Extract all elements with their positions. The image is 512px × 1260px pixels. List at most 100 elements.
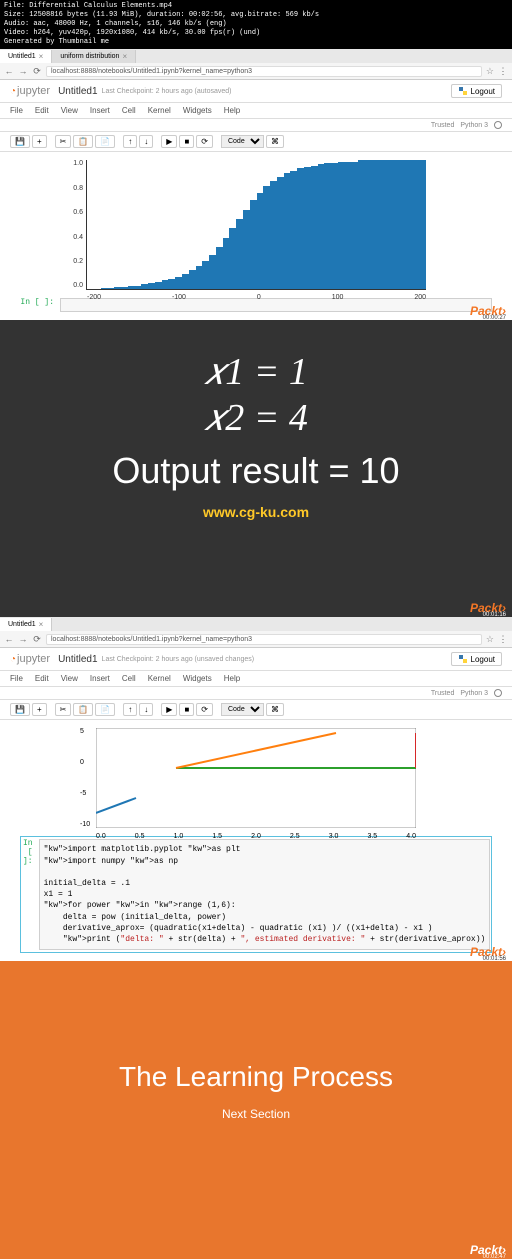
move-up-button[interactable]: ↑ bbox=[123, 703, 137, 716]
menu-cell[interactable]: Cell bbox=[122, 106, 136, 115]
back-icon[interactable]: ← bbox=[4, 66, 14, 76]
meta-audio: Audio: aac, 48000 Hz, 1 channels, s16, 1… bbox=[4, 20, 508, 29]
cut-button[interactable]: ✂ bbox=[55, 703, 72, 716]
forward-icon[interactable]: → bbox=[18, 66, 28, 76]
chart-x-axis: -200-1000100200 bbox=[87, 294, 426, 301]
menu-file[interactable]: File bbox=[10, 106, 23, 115]
paste-button[interactable]: 📄 bbox=[95, 135, 115, 148]
browser-tabs: Untitled1× uniform distribution× bbox=[0, 49, 512, 63]
close-icon[interactable]: × bbox=[122, 52, 127, 61]
video-metadata: File: Differential Calculus Elements.mp4… bbox=[0, 0, 512, 49]
panel-3-jupyter: Untitled1× ← → ⟳ localhost:8888/notebook… bbox=[0, 617, 512, 961]
menu-view[interactable]: View bbox=[61, 106, 78, 115]
section-subtitle: Next Section bbox=[10, 1107, 502, 1121]
math-x2: 𝑥2 = 4 bbox=[10, 396, 502, 442]
panel-1-jupyter: File: Differential Calculus Elements.mp4… bbox=[0, 0, 512, 320]
trusted-label[interactable]: Trusted bbox=[431, 122, 454, 129]
logout-button[interactable]: Logout bbox=[451, 84, 502, 98]
notebook-body: 50-5-10 0.00.51.01.52.02.53.03.54.0 In [… bbox=[0, 720, 512, 961]
close-icon[interactable]: × bbox=[39, 52, 44, 61]
section-title: The Learning Process bbox=[10, 1061, 502, 1093]
address-bar-row: ← → ⟳ localhost:8888/notebooks/Untitled1… bbox=[0, 63, 512, 79]
copy-button[interactable]: 📋 bbox=[73, 703, 93, 716]
kernel-status-icon bbox=[494, 689, 502, 697]
jupyter-header: ◔jupyter Untitled1 Last Checkpoint: 2 ho… bbox=[0, 80, 512, 103]
notebook-title[interactable]: Untitled1 bbox=[58, 654, 97, 665]
celltype-select[interactable]: Code bbox=[221, 135, 264, 148]
run-button[interactable]: ▶ bbox=[161, 135, 177, 148]
kernel-row: Trusted Python 3 bbox=[0, 687, 512, 700]
close-icon[interactable]: × bbox=[39, 620, 44, 629]
jupyter-logo[interactable]: ◔jupyter bbox=[10, 653, 50, 665]
add-cell-button[interactable]: + bbox=[32, 703, 47, 716]
menu-edit[interactable]: Edit bbox=[35, 106, 49, 115]
menu-file[interactable]: File bbox=[10, 674, 23, 683]
url-input[interactable]: localhost:8888/notebooks/Untitled1.ipynb… bbox=[46, 66, 482, 77]
menu-insert[interactable]: Insert bbox=[90, 106, 110, 115]
trusted-label[interactable]: Trusted bbox=[431, 690, 454, 697]
kernel-status-icon bbox=[494, 121, 502, 129]
star-icon[interactable]: ☆ bbox=[486, 66, 494, 77]
tab-notebook[interactable]: Untitled1× bbox=[0, 618, 52, 631]
save-button[interactable]: 💾 bbox=[10, 703, 30, 716]
reload-icon[interactable]: ⟳ bbox=[32, 634, 42, 644]
chart-bars bbox=[87, 160, 426, 289]
panel-2-math: 𝑥1 = 1 𝑥2 = 4 Output result = 10 www.cg-… bbox=[0, 320, 512, 617]
kernel-name[interactable]: Python 3 bbox=[460, 122, 488, 129]
star-icon[interactable]: ☆ bbox=[486, 634, 494, 645]
input-cell[interactable]: In [ ]: "kw">import matplotlib.pyplot "k… bbox=[20, 836, 492, 953]
browser-chrome: Untitled1× uniform distribution× ← → ⟳ l… bbox=[0, 49, 512, 80]
menu-icon[interactable]: ⋮ bbox=[498, 66, 508, 76]
reload-icon[interactable]: ⟳ bbox=[32, 66, 42, 76]
forward-icon[interactable]: → bbox=[18, 634, 28, 644]
jupyter-header: ◔jupyter Untitled1 Last Checkpoint: 2 ho… bbox=[0, 648, 512, 671]
stop-button[interactable]: ■ bbox=[179, 703, 194, 716]
save-button[interactable]: 💾 bbox=[10, 135, 30, 148]
menu-kernel[interactable]: Kernel bbox=[148, 106, 171, 115]
menu-kernel[interactable]: Kernel bbox=[148, 674, 171, 683]
restart-button[interactable]: ⟳ bbox=[196, 703, 213, 716]
run-button[interactable]: ▶ bbox=[161, 703, 177, 716]
logo-text: jupyter bbox=[17, 653, 50, 665]
menu-icon[interactable]: ⋮ bbox=[498, 634, 508, 644]
tab-notebook[interactable]: Untitled1× bbox=[0, 50, 52, 63]
url-input[interactable]: localhost:8888/notebooks/Untitled1.ipynb… bbox=[46, 634, 482, 645]
menu-widgets[interactable]: Widgets bbox=[183, 106, 212, 115]
chart-lines: 50-5-10 0.00.51.01.52.02.53.03.54.0 bbox=[96, 728, 416, 828]
logout-button[interactable]: Logout bbox=[451, 652, 502, 666]
notebook-title[interactable]: Untitled1 bbox=[58, 86, 97, 97]
output-result: Output result = 10 bbox=[10, 450, 502, 492]
move-down-button[interactable]: ↓ bbox=[139, 703, 153, 716]
menu-cell[interactable]: Cell bbox=[122, 674, 136, 683]
menu-view[interactable]: View bbox=[61, 674, 78, 683]
command-palette-button[interactable]: ⌘ bbox=[266, 703, 284, 716]
menu-help[interactable]: Help bbox=[224, 674, 240, 683]
command-palette-button[interactable]: ⌘ bbox=[266, 135, 284, 148]
celltype-select[interactable]: Code bbox=[221, 703, 264, 716]
move-down-button[interactable]: ↓ bbox=[139, 135, 153, 148]
add-cell-button[interactable]: + bbox=[32, 135, 47, 148]
copy-button[interactable]: 📋 bbox=[73, 135, 93, 148]
restart-button[interactable]: ⟳ bbox=[196, 135, 213, 148]
stop-button[interactable]: ■ bbox=[179, 135, 194, 148]
timestamp: 00:02:47 bbox=[483, 1254, 506, 1260]
back-icon[interactable]: ← bbox=[4, 634, 14, 644]
menu-edit[interactable]: Edit bbox=[35, 674, 49, 683]
kernel-name[interactable]: Python 3 bbox=[460, 690, 488, 697]
jupyter-logo[interactable]: ◔jupyter bbox=[10, 85, 50, 97]
paste-button[interactable]: 📄 bbox=[95, 703, 115, 716]
checkpoint-text: Last Checkpoint: 2 hours ago (autosaved) bbox=[102, 88, 232, 95]
tab-label: Untitled1 bbox=[8, 53, 36, 60]
menu-bar: File Edit View Insert Cell Kernel Widget… bbox=[0, 671, 512, 687]
browser-chrome: Untitled1× ← → ⟳ localhost:8888/notebook… bbox=[0, 617, 512, 648]
tab-other[interactable]: uniform distribution× bbox=[52, 50, 136, 63]
menu-help[interactable]: Help bbox=[224, 106, 240, 115]
menu-widgets[interactable]: Widgets bbox=[183, 674, 212, 683]
cell-code[interactable]: "kw">import matplotlib.pyplot "kw">as pl… bbox=[39, 839, 491, 950]
menu-insert[interactable]: Insert bbox=[90, 674, 110, 683]
move-up-button[interactable]: ↑ bbox=[123, 135, 137, 148]
chart-y-axis: 1.00.80.60.40.20.0 bbox=[65, 160, 83, 289]
meta-gen: Generated by Thumbnail me bbox=[4, 38, 508, 47]
cut-button[interactable]: ✂ bbox=[55, 135, 72, 148]
menu-bar: File Edit View Insert Cell Kernel Widget… bbox=[0, 103, 512, 119]
